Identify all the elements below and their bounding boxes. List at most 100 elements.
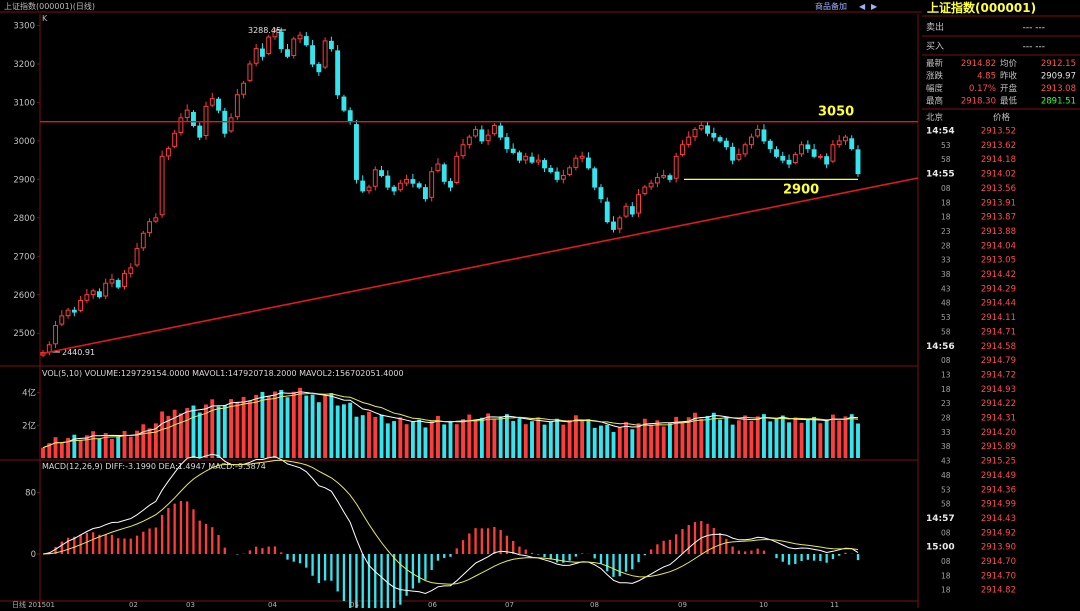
candle-body — [429, 171, 435, 198]
volume-bar — [461, 419, 465, 458]
tick-price: 2914.36 — [981, 485, 1016, 495]
volume-bar — [91, 431, 96, 458]
candle-body — [617, 217, 623, 230]
volume-bar — [762, 414, 766, 458]
volume-bar — [492, 418, 497, 458]
candle-body — [84, 294, 90, 301]
volume-bar — [611, 432, 616, 458]
ticks-header-time: 北京 — [926, 112, 943, 123]
candle-body — [197, 125, 203, 138]
candle-body — [165, 148, 171, 157]
volume-bar — [573, 415, 578, 458]
price-y-tick-label: 2800 — [13, 214, 35, 224]
candle-body — [410, 179, 416, 184]
tick-time: 18 — [941, 213, 951, 222]
tick-time: 38 — [941, 270, 951, 279]
tick-time: 33 — [941, 256, 951, 265]
candle-body — [441, 164, 447, 182]
tick-price: 2914.31 — [981, 414, 1016, 424]
volume-bar — [580, 421, 585, 458]
quote-stat-value: 2909.97 — [1041, 72, 1076, 82]
volume-bar — [191, 405, 196, 458]
toolbar-prev-button[interactable]: ◀ — [859, 2, 866, 11]
candle-body — [811, 149, 817, 157]
candle-body — [172, 132, 178, 147]
volume-bar — [530, 421, 534, 458]
tick-price: 2914.70 — [981, 571, 1016, 581]
toolbar-next-button[interactable]: ▶ — [871, 2, 878, 11]
tick-price: 2914.29 — [981, 284, 1016, 294]
volume-bar — [705, 415, 710, 458]
volume-bar — [812, 416, 817, 458]
toolbar-link-add[interactable]: 商品备加 — [815, 1, 847, 11]
volume-bar — [160, 411, 165, 458]
candle-body — [510, 148, 516, 153]
volume-bar — [473, 420, 478, 458]
volume-bar — [273, 391, 277, 458]
tick-time: 18 — [941, 385, 951, 394]
candle-body — [416, 183, 422, 188]
macd-dea-line — [42, 459, 859, 585]
x-axis-month-label: 03 — [186, 601, 195, 608]
volume-bar — [304, 395, 309, 458]
candle-body — [592, 168, 598, 188]
candle-body — [115, 280, 121, 288]
price-y-tick-label: 2700 — [13, 252, 35, 262]
candle-body — [259, 48, 265, 57]
volume-bar — [699, 418, 704, 458]
volume-bar — [661, 426, 666, 458]
tick-time: 48 — [941, 299, 951, 308]
volume-bar — [266, 395, 271, 458]
tick-price: 2913.56 — [981, 184, 1016, 194]
volume-bar — [830, 414, 835, 458]
candle-body — [65, 309, 71, 317]
candle-body — [103, 282, 109, 297]
volume-bar — [605, 424, 610, 458]
candle-body — [548, 167, 554, 173]
volume-bar — [316, 402, 321, 458]
x-axis-month-label: 07 — [505, 601, 514, 608]
candle-body — [328, 40, 334, 50]
quote-stat-label: 均价 — [1000, 58, 1018, 69]
volume-bar — [454, 424, 459, 458]
candle-body — [491, 125, 497, 135]
candle-body — [241, 82, 247, 95]
volume-bar — [128, 436, 133, 458]
quote-stat-label: 涨跌 — [926, 71, 944, 82]
price-y-tick-label: 2500 — [13, 329, 35, 339]
rising-trend-line — [39, 177, 919, 355]
candle-body — [322, 40, 328, 68]
volume-bar — [479, 417, 484, 458]
quote-stat-label: 最新 — [926, 58, 944, 69]
volume-bar — [360, 415, 365, 458]
candle-body — [316, 63, 322, 73]
volume-bar — [837, 420, 842, 458]
volume-bar — [348, 402, 353, 458]
volume-bar — [72, 434, 77, 458]
candle-body — [654, 176, 660, 184]
candle-body — [498, 125, 504, 138]
candle-body — [454, 155, 460, 183]
candle-body — [680, 144, 685, 156]
tick-time: 58 — [941, 155, 951, 164]
tick-time: 23 — [941, 227, 951, 236]
quote-stat-value: 2914.82 — [961, 59, 996, 69]
volume-y-tick-label: 4亿 — [22, 388, 36, 399]
candle-body — [71, 309, 77, 313]
candle-body — [335, 50, 341, 96]
candle-body — [404, 178, 410, 184]
window-title: 上证指数(000001)(日线) — [4, 1, 95, 11]
candle-body — [755, 128, 761, 137]
candle-body — [661, 175, 667, 178]
x-axis-month-label: 05 — [350, 601, 359, 608]
volume-bar — [354, 416, 359, 458]
x-axis-month-label: 09 — [678, 601, 687, 608]
volume-bar — [216, 406, 221, 458]
candle-body — [736, 153, 742, 160]
tick-price: 2914.49 — [981, 471, 1016, 481]
volume-bar — [291, 391, 296, 458]
volume-bar — [323, 395, 328, 458]
candle-body — [567, 167, 573, 175]
candle-body — [611, 221, 616, 230]
candle-body — [209, 98, 215, 106]
